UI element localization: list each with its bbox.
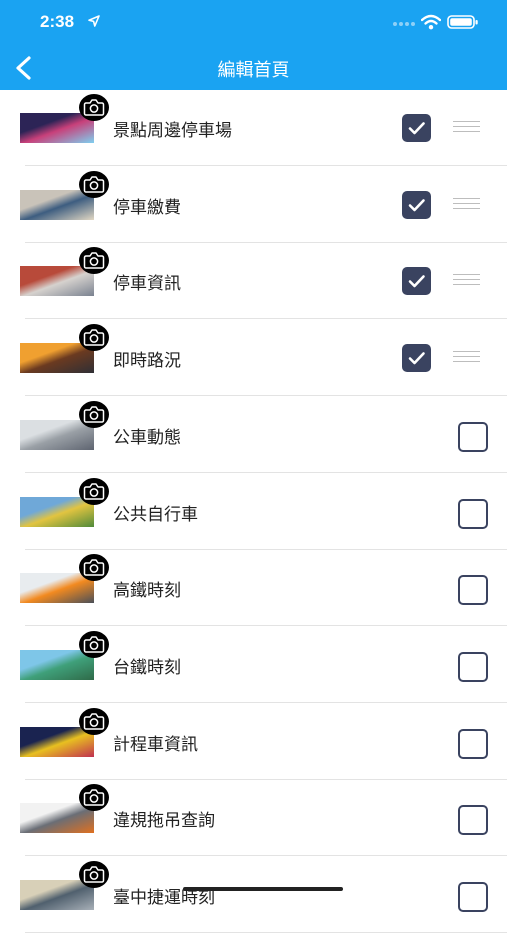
list-item[interactable]: 計程車資訊	[0, 704, 507, 780]
nav-bar: 2:38 編輯首頁	[0, 0, 507, 90]
item-label: 違規拖吊查詢	[113, 811, 215, 832]
battery-icon	[447, 15, 478, 29]
checkbox-unchecked[interactable]	[458, 421, 488, 452]
checkmark-icon	[408, 275, 425, 288]
item-label: 台鐵時刻	[113, 657, 181, 678]
home-indicator	[183, 887, 343, 891]
camera-icon[interactable]	[79, 784, 109, 812]
list-item[interactable]: 停車資訊	[0, 243, 507, 320]
checkbox-unchecked[interactable]	[458, 805, 488, 836]
wifi-icon	[421, 14, 441, 30]
item-label: 公共自行車	[113, 504, 198, 525]
page-title: 編輯首頁	[217, 60, 290, 81]
camera-icon[interactable]	[79, 554, 109, 582]
item-label: 高鐵時刻	[113, 581, 181, 602]
drag-handle-icon[interactable]	[453, 351, 480, 363]
checkbox-checked[interactable]	[402, 190, 431, 219]
checkbox-checked[interactable]	[402, 114, 431, 142]
list-item[interactable]: 高鐵時刻	[0, 550, 507, 627]
item-label: 即時路況	[113, 351, 181, 372]
camera-icon[interactable]	[79, 247, 109, 275]
list-item[interactable]: 景點周邊停車場	[0, 90, 507, 166]
drag-handle-icon[interactable]	[453, 121, 480, 133]
status-time: 2:38	[40, 12, 75, 31]
checkmark-icon	[408, 198, 425, 211]
item-label: 計程車資訊	[113, 734, 198, 755]
checkbox-unchecked[interactable]	[458, 498, 488, 529]
camera-icon[interactable]	[79, 630, 109, 658]
drag-handle-icon[interactable]	[453, 274, 480, 286]
list-item[interactable]: 停車繳費	[0, 167, 507, 243]
location-arrow-icon	[88, 15, 100, 27]
list-item[interactable]: 公車動態	[0, 397, 507, 473]
camera-icon[interactable]	[79, 707, 109, 735]
item-label: 停車資訊	[113, 274, 181, 295]
checkmark-icon	[408, 352, 425, 365]
list-item[interactable]: 即時路況	[0, 320, 507, 397]
signal-dots-icon	[393, 22, 415, 26]
camera-icon[interactable]	[79, 477, 109, 505]
item-label: 景點周邊停車場	[113, 121, 232, 141]
camera-icon[interactable]	[79, 400, 109, 428]
item-label: 公車動態	[113, 427, 181, 448]
checkbox-unchecked[interactable]	[458, 575, 488, 606]
list-item[interactable]: 臺中捷運時刻	[0, 857, 507, 933]
item-label: 停車繳費	[113, 197, 181, 218]
list-item[interactable]: 公共自行車	[0, 474, 507, 550]
checkbox-unchecked[interactable]	[458, 651, 488, 682]
camera-icon[interactable]	[79, 94, 109, 121]
camera-icon[interactable]	[79, 324, 109, 352]
checkbox-checked[interactable]	[402, 267, 431, 296]
list-item[interactable]: 違規拖吊查詢	[0, 780, 507, 857]
list-item[interactable]: 台鐵時刻	[0, 627, 507, 703]
checkmark-icon	[408, 122, 425, 135]
checkbox-unchecked[interactable]	[458, 882, 488, 912]
camera-icon[interactable]	[79, 861, 109, 888]
checkbox-checked[interactable]	[402, 344, 431, 373]
drag-handle-icon[interactable]	[453, 197, 480, 210]
camera-icon[interactable]	[79, 170, 109, 198]
checkbox-unchecked[interactable]	[458, 728, 488, 759]
